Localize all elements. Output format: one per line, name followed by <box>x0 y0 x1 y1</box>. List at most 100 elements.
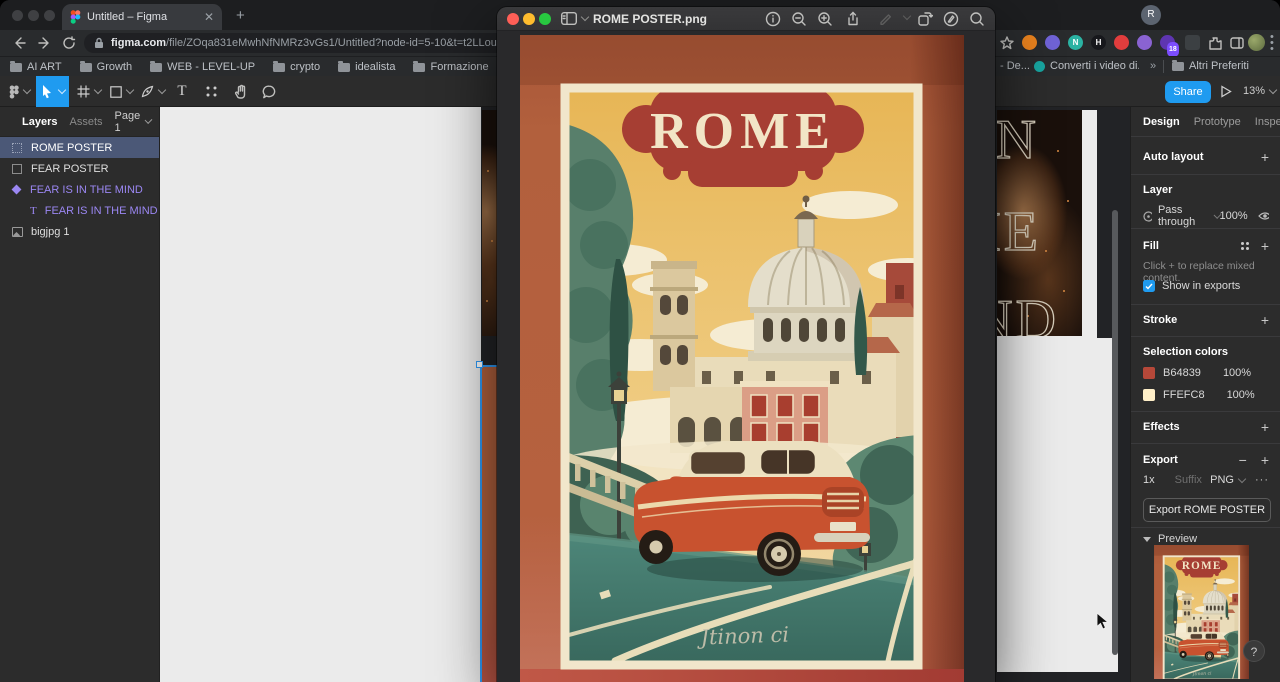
annotate-icon[interactable] <box>943 11 959 27</box>
bookmark-item[interactable]: WEB - LEVEL-UP <box>150 61 255 73</box>
layer-row-fear-poster[interactable]: FEAR POSTER <box>0 158 159 179</box>
blend-mode-icon[interactable] <box>1143 211 1152 222</box>
browser-menu-icon[interactable]: ••• <box>1270 34 1274 52</box>
zoom-button[interactable] <box>539 13 551 25</box>
frame-tool[interactable] <box>74 76 104 107</box>
search-icon[interactable] <box>969 11 985 27</box>
sidebar-toggle[interactable] <box>561 12 588 25</box>
checkbox-checked-icon[interactable] <box>1143 280 1155 292</box>
preview-window-titlebar[interactable]: ROME POSTER.png <box>497 7 995 31</box>
bookmark-item[interactable]: Formazione <box>413 61 488 73</box>
export-format-select[interactable]: PNG <box>1210 474 1245 486</box>
share-button[interactable]: Share <box>1165 81 1211 103</box>
visibility-eye-icon[interactable] <box>1258 211 1269 221</box>
tab-close-icon[interactable]: ✕ <box>204 10 214 24</box>
extension-badged-icon[interactable]: 18 <box>1160 35 1175 50</box>
bookmarks-overflow-chevrons[interactable]: » <box>1150 60 1156 72</box>
canvas-scrollbar[interactable] <box>1112 210 1118 655</box>
fear-poster-sliver[interactable] <box>482 110 497 336</box>
user-avatar[interactable]: R <box>1141 5 1161 25</box>
extensions-puzzle-icon[interactable] <box>1208 36 1222 50</box>
reload-icon[interactable] <box>62 36 76 50</box>
color-swatch[interactable] <box>1143 367 1155 379</box>
bookmark-item[interactable]: Growth <box>80 61 132 73</box>
layer-row-image[interactable]: bigjpg 1 <box>0 221 159 242</box>
present-play-icon[interactable] <box>1220 85 1232 98</box>
tab-inspect[interactable]: Inspect <box>1255 116 1280 128</box>
add-effect-button[interactable]: + <box>1261 419 1269 435</box>
blend-mode-select[interactable]: Pass through <box>1158 204 1220 228</box>
share-icon[interactable] <box>845 11 861 27</box>
add-auto-layout-button[interactable]: + <box>1261 149 1269 165</box>
move-tool[interactable] <box>36 76 69 107</box>
browser-profile-avatar[interactable] <box>1248 34 1265 51</box>
preview-window[interactable]: ROME POSTER.png <box>497 7 995 682</box>
pen-tool[interactable] <box>138 76 168 107</box>
rome-poster-canvas-sliver[interactable] <box>482 365 497 682</box>
add-fill-button[interactable]: + <box>1261 238 1269 254</box>
new-tab-button[interactable]: + <box>236 8 245 23</box>
tab-design[interactable]: Design <box>1143 116 1180 128</box>
extension-dark-icon[interactable]: H <box>1091 35 1106 50</box>
extension-key-icon[interactable] <box>1114 35 1129 50</box>
bookmark-item[interactable]: crypto <box>273 61 320 73</box>
info-icon[interactable] <box>765 11 781 27</box>
color-swatch[interactable] <box>1143 389 1155 401</box>
selection-handle[interactable] <box>476 361 483 368</box>
browser-tab[interactable]: Untitled – Figma ✕ <box>62 4 222 30</box>
remove-export-button[interactable]: − <box>1239 452 1247 468</box>
tab-prototype[interactable]: Prototype <box>1194 116 1241 128</box>
export-options-menu[interactable]: ··· <box>1255 474 1269 486</box>
layer-opacity-value[interactable]: 100% <box>1220 210 1248 222</box>
folder-icon <box>80 63 92 72</box>
page-selector[interactable]: Page 1 <box>115 110 152 134</box>
help-button[interactable]: ? <box>1243 640 1265 662</box>
add-stroke-button[interactable]: + <box>1261 312 1269 328</box>
selection-color-row[interactable]: FFEFC8 100% <box>1143 389 1269 401</box>
extension-teal-icon[interactable]: N <box>1068 35 1083 50</box>
layer-row-component[interactable]: FEAR IS IN THE MIND <box>0 179 159 200</box>
figma-main-menu[interactable] <box>4 76 34 107</box>
rotate-icon[interactable] <box>917 11 933 27</box>
bookmark-item-truncated[interactable]: - De... <box>1000 60 1030 72</box>
extension-ghost-icon[interactable] <box>1137 35 1152 50</box>
window-minimize-button[interactable] <box>28 10 39 21</box>
extension-box-icon[interactable] <box>1185 35 1200 50</box>
zoom-out-icon[interactable] <box>791 11 807 27</box>
zoom-in-icon[interactable] <box>817 11 833 27</box>
zoom-menu[interactable]: 13% <box>1243 85 1276 97</box>
tab-assets[interactable]: Assets <box>69 116 102 128</box>
export-button[interactable]: Export ROME POSTER <box>1143 498 1271 522</box>
sidepanel-icon[interactable] <box>1230 36 1244 50</box>
resources-tool[interactable] <box>198 76 224 107</box>
text-tool[interactable]: T <box>170 76 194 107</box>
hand-tool[interactable] <box>228 76 254 107</box>
layer-row-rome-poster[interactable]: ROME POSTER <box>0 137 159 158</box>
extension-metamask-icon[interactable] <box>1022 35 1037 50</box>
bookmark-item[interactable]: AI ART <box>10 61 62 73</box>
window-zoom-button[interactable] <box>44 10 55 21</box>
canvas-white-frame[interactable] <box>160 107 481 682</box>
back-icon[interactable] <box>12 36 26 50</box>
comment-tool[interactable] <box>256 76 282 107</box>
window-close-button[interactable] <box>12 10 23 21</box>
export-suffix-field[interactable]: Suffix <box>1175 474 1202 486</box>
forward-icon[interactable] <box>38 36 52 50</box>
export-scale[interactable]: 1x <box>1143 474 1155 486</box>
shape-tool[interactable] <box>106 76 136 107</box>
bookmark-star-icon[interactable] <box>1000 36 1014 50</box>
close-button[interactable] <box>507 13 519 25</box>
extension-purple-icon[interactable] <box>1045 35 1060 50</box>
minimize-button[interactable] <box>523 13 535 25</box>
fill-styles-icon[interactable] <box>1241 242 1249 250</box>
tab-layers[interactable]: Layers <box>22 116 57 128</box>
selection-color-row[interactable]: B64839 100% <box>1143 367 1269 379</box>
bookmark-item-converter[interactable]: Converti i video di... <box>1034 60 1139 72</box>
bookmark-other-favorites[interactable]: Altri Preferiti <box>1172 60 1249 72</box>
layer-row-text[interactable]: T FEAR IS IN THE MIND <box>0 200 159 221</box>
fear-poster[interactable]: IN THE MIND <box>997 110 1082 336</box>
add-export-button[interactable]: + <box>1261 452 1269 468</box>
bookmark-item[interactable]: idealista <box>338 61 395 73</box>
image-icon <box>12 227 23 237</box>
show-in-exports-row[interactable]: Show in exports <box>1143 280 1240 292</box>
